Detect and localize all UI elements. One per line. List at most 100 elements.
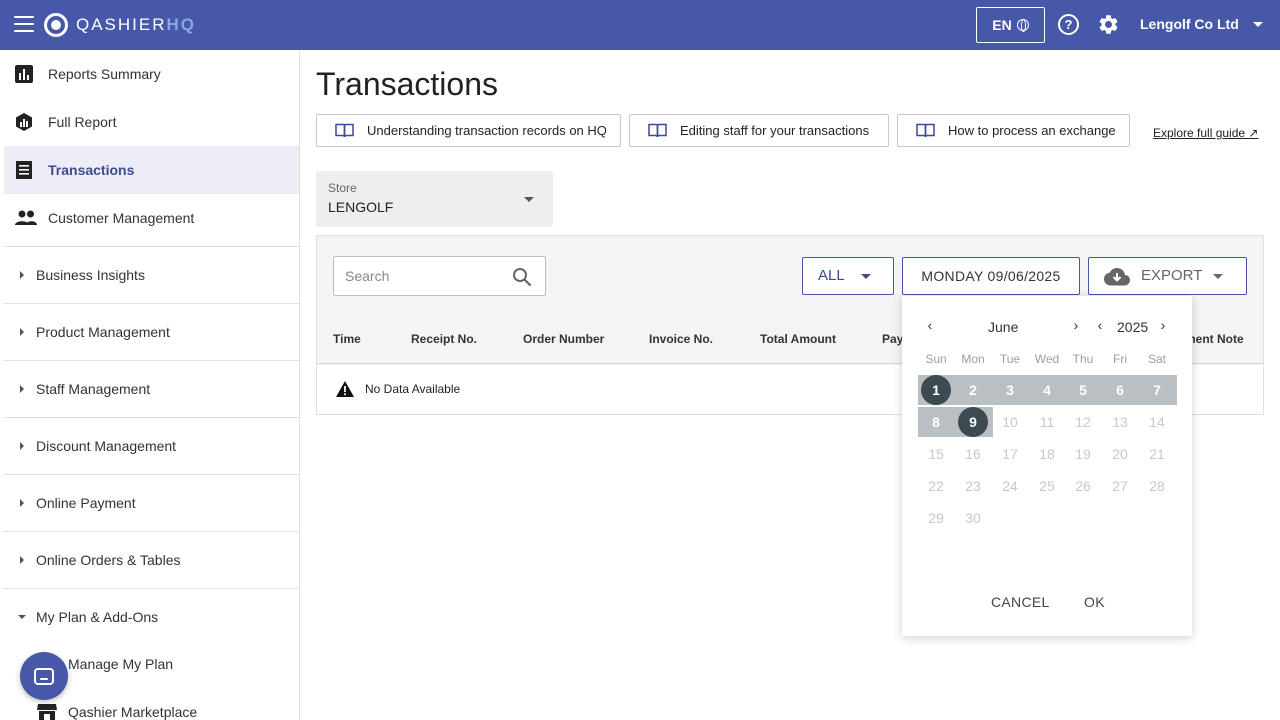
column-header-invoice-no[interactable]: Invoice No.	[649, 332, 713, 346]
calendar-day[interactable]: 23	[955, 471, 991, 501]
sidebar-section-staff-management[interactable]: Staff Management	[4, 360, 299, 416]
next-month-button[interactable]: ›	[1069, 317, 1083, 333]
filter-all-dropdown[interactable]: ALL	[802, 257, 894, 295]
calendar-day-label: 9	[958, 407, 988, 437]
calendar-day-selected[interactable]: 9	[955, 407, 991, 437]
store-select-value: LENGOLF	[328, 199, 394, 215]
calendar-day-selected[interactable]: 1	[918, 375, 954, 405]
calendar-day[interactable]: 30	[955, 503, 991, 533]
guide-label: Editing staff for your transactions	[680, 123, 870, 138]
explore-link-label: Explore full guide	[1153, 126, 1246, 140]
weekday-header: Wed	[1034, 352, 1060, 366]
calendar-day[interactable]: 17	[992, 439, 1028, 469]
column-header-payment-note[interactable]: ment Note	[1185, 332, 1244, 346]
calendar-day[interactable]: 29	[918, 503, 954, 533]
calendar-day[interactable]: 15	[918, 439, 954, 469]
warning-icon	[336, 381, 354, 397]
calendar-day-in-range[interactable]: 6	[1102, 375, 1138, 405]
caret-right-icon	[20, 555, 24, 564]
calendar-day[interactable]: 26	[1065, 471, 1101, 501]
sidebar-item-transactions[interactable]: Transactions	[4, 146, 299, 194]
calendar-day[interactable]: 21	[1139, 439, 1175, 469]
column-header-time[interactable]: Time	[333, 332, 361, 346]
calendar-day-label: 1	[921, 375, 951, 405]
store-icon	[37, 704, 57, 720]
calendar-day-in-range[interactable]: 8	[918, 407, 954, 437]
cancel-button[interactable]: CANCEL	[991, 594, 1050, 610]
sidebar-item-label: Qashier Marketplace	[68, 704, 198, 720]
calendar-day-in-range[interactable]: 4	[1029, 375, 1065, 405]
sidebar-section-discount-management[interactable]: Discount Management	[4, 417, 299, 473]
export-button[interactable]: EXPORT	[1088, 257, 1247, 295]
sidebar-item-full-report[interactable]: Full Report	[4, 98, 299, 146]
menu-icon[interactable]	[14, 16, 34, 34]
calendar-day[interactable]: 14	[1139, 407, 1175, 437]
calendar-day-in-range[interactable]: 2	[955, 375, 991, 405]
help-icon[interactable]: ?	[1058, 14, 1079, 35]
export-label: EXPORT	[1141, 267, 1203, 284]
sidebar-section-product-management[interactable]: Product Management	[4, 303, 299, 359]
sidebar-section-label: Discount Management	[36, 437, 177, 454]
search-icon[interactable]	[512, 267, 532, 287]
chevron-down-icon	[524, 197, 534, 202]
sidebar-section-label: Online Orders & Tables	[36, 551, 181, 568]
calendar-day[interactable]: 18	[1029, 439, 1065, 469]
guide-button-transaction-records[interactable]: Understanding transaction records on HQ	[316, 114, 621, 147]
logo-mark-icon	[44, 13, 68, 37]
weekday-header: Mon	[961, 352, 985, 366]
caret-right-icon	[20, 270, 24, 279]
calendar-day[interactable]: 16	[955, 439, 991, 469]
column-header-receipt-no[interactable]: Receipt No.	[411, 332, 477, 346]
sidebar-item-reports-summary[interactable]: Reports Summary	[4, 50, 299, 98]
explore-full-guide-link[interactable]: Explore full guide ↗	[1153, 126, 1258, 140]
hexagon-chart-icon	[16, 113, 32, 131]
calendar-day[interactable]: 22	[918, 471, 954, 501]
weekday-header: Thu	[1072, 352, 1094, 366]
calendar-day-in-range[interactable]: 7	[1139, 375, 1175, 405]
date-picker-field[interactable]: MONDAY 09/06/2025	[902, 257, 1080, 295]
sidebar-section-online-payment[interactable]: Online Payment	[4, 474, 299, 530]
guide-button-process-exchange[interactable]: How to process an exchange	[897, 114, 1130, 147]
sidebar-section-label: My Plan & Add-Ons	[36, 608, 159, 625]
column-header-total-amount[interactable]: Total Amount	[760, 332, 836, 346]
ok-button[interactable]: OK	[1084, 594, 1105, 610]
search-input[interactable]	[345, 266, 505, 286]
page-title: Transactions	[316, 66, 498, 102]
sidebar-section-online-orders[interactable]: Online Orders & Tables	[4, 531, 299, 587]
calendar-day[interactable]: 24	[992, 471, 1028, 501]
sidebar-section-business-insights[interactable]: Business Insights	[4, 246, 299, 302]
bar-chart-icon	[15, 65, 33, 83]
calendar-day[interactable]: 25	[1029, 471, 1065, 501]
calendar-day-in-range[interactable]: 3	[992, 375, 1028, 405]
prev-year-button[interactable]: ‹	[1093, 317, 1107, 333]
guide-button-editing-staff[interactable]: Editing staff for your transactions	[629, 114, 889, 147]
language-button[interactable]: EN	[976, 7, 1045, 43]
calendar-day[interactable]: 19	[1065, 439, 1101, 469]
qashier-logo[interactable]: QASHIERHQ	[44, 13, 196, 37]
calendar-day[interactable]: 27	[1102, 471, 1138, 501]
column-header-order-number[interactable]: Order Number	[523, 332, 604, 346]
calendar-day[interactable]: 11	[1029, 407, 1065, 437]
weekday-header: Fri	[1113, 352, 1127, 366]
calendar-day[interactable]: 10	[992, 407, 1028, 437]
chat-icon	[34, 667, 54, 685]
store-select-label: Store	[328, 181, 357, 195]
calendar-day[interactable]: 20	[1102, 439, 1138, 469]
prev-month-button[interactable]: ‹	[923, 317, 937, 333]
search-field[interactable]	[333, 256, 546, 296]
sidebar-section-my-plan[interactable]: My Plan & Add-Ons	[4, 588, 299, 644]
gear-icon[interactable]	[1097, 13, 1120, 36]
store-select[interactable]: Store LENGOLF	[316, 171, 553, 227]
next-year-button[interactable]: ›	[1156, 317, 1170, 333]
sidebar-item-customer-management[interactable]: Customer Management	[4, 194, 299, 242]
account-menu[interactable]: Lengolf Co Ltd	[1140, 16, 1263, 32]
calendar-day[interactable]: 28	[1139, 471, 1175, 501]
calendar-day[interactable]: 12	[1065, 407, 1101, 437]
chat-support-button[interactable]	[20, 652, 68, 700]
book-icon	[648, 123, 667, 138]
calendar-day[interactable]: 13	[1102, 407, 1138, 437]
account-name: Lengolf Co Ltd	[1140, 16, 1239, 32]
calendar-day-in-range[interactable]: 5	[1065, 375, 1101, 405]
column-header-payment[interactable]: Pay	[882, 332, 903, 346]
receipt-icon	[16, 161, 32, 179]
